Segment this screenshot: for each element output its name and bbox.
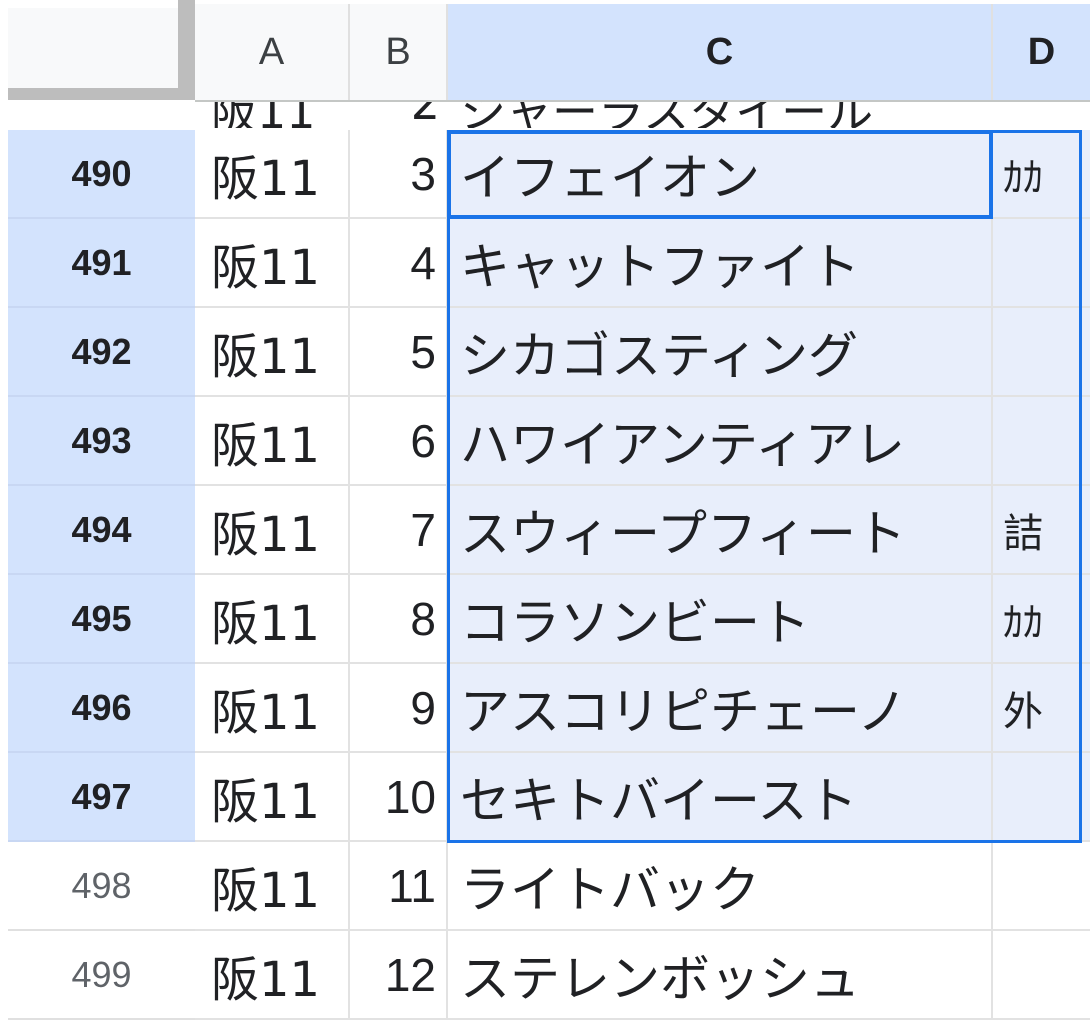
- column-header-a[interactable]: A: [195, 4, 350, 100]
- table-row: 497 阪11 10 セキトバイースト: [0, 753, 1090, 842]
- column-header-b[interactable]: B: [350, 4, 448, 100]
- cell-c[interactable]: ハワイアンティアレ: [448, 397, 993, 486]
- row-header[interactable]: 492: [8, 308, 195, 397]
- frozen-divider-vertical[interactable]: [178, 0, 195, 100]
- cell-d[interactable]: [993, 753, 1090, 842]
- cell-a-489[interactable]: 阪11: [211, 102, 346, 128]
- cell-d[interactable]: [993, 219, 1090, 308]
- cell-b[interactable]: 9: [350, 664, 448, 753]
- cell-a[interactable]: 阪11: [195, 664, 350, 753]
- cell-c[interactable]: アスコリピチェーノ: [448, 664, 993, 753]
- cell-b[interactable]: 8: [350, 575, 448, 664]
- row-header[interactable]: 498: [8, 842, 195, 931]
- cell-c[interactable]: キャットファイト: [448, 219, 993, 308]
- spreadsheet-grid: A B C D 阪11 2 シャーラスタイール 490 阪11 3 イフェイオン…: [0, 0, 1090, 1030]
- cell-a[interactable]: 阪11: [195, 397, 350, 486]
- partial-row-489: 阪11 2 シャーラスタイール: [0, 102, 1090, 129]
- cell-c[interactable]: セキトバイースト: [448, 753, 993, 842]
- table-row: 490 阪11 3 イフェイオン ｶｶ: [0, 130, 1090, 219]
- cell-b[interactable]: 3: [350, 130, 448, 219]
- cell-b[interactable]: 10: [350, 753, 448, 842]
- cell-a[interactable]: 阪11: [195, 130, 350, 219]
- cell-b[interactable]: 6: [350, 397, 448, 486]
- table-row: 496 阪11 9 アスコリピチェーノ 外: [0, 664, 1090, 753]
- cell-a[interactable]: 阪11: [195, 308, 350, 397]
- table-row: 491 阪11 4 キャットファイト: [0, 219, 1090, 308]
- cell-d[interactable]: [993, 842, 1090, 931]
- cell-b[interactable]: 12: [350, 931, 448, 1020]
- row-header[interactable]: 499: [8, 931, 195, 1020]
- cell-b-489[interactable]: 2: [400, 102, 440, 128]
- cell-a[interactable]: 阪11: [195, 842, 350, 931]
- cell-d[interactable]: 外: [993, 664, 1090, 753]
- table-row: 492 阪11 5 シカゴスティング: [0, 308, 1090, 397]
- table-row: 494 阪11 7 スウィープフィート 詰: [0, 486, 1090, 575]
- cell-c[interactable]: シカゴスティング: [448, 308, 993, 397]
- cell-c[interactable]: コラソンビート: [448, 575, 993, 664]
- cell-a[interactable]: 阪11: [195, 931, 350, 1020]
- cell-c[interactable]: イフェイオン: [448, 130, 993, 219]
- cell-c[interactable]: スウィープフィート: [448, 486, 993, 575]
- row-header[interactable]: 497: [8, 753, 195, 842]
- cell-b[interactable]: 5: [350, 308, 448, 397]
- cell-d[interactable]: [993, 931, 1090, 1020]
- table-row: 499 阪11 12 ステレンボッシュ: [0, 931, 1090, 1020]
- cell-b[interactable]: 4: [350, 219, 448, 308]
- cell-b[interactable]: 7: [350, 486, 448, 575]
- select-all-corner[interactable]: [8, 8, 179, 88]
- column-header-d[interactable]: D: [993, 4, 1090, 100]
- row-header[interactable]: 494: [8, 486, 195, 575]
- row-header[interactable]: 495: [8, 575, 195, 664]
- table-row: 493 阪11 6 ハワイアンティアレ: [0, 397, 1090, 486]
- cell-a[interactable]: 阪11: [195, 575, 350, 664]
- cell-c[interactable]: ステレンボッシュ: [448, 931, 993, 1020]
- row-header[interactable]: 496: [8, 664, 195, 753]
- cell-d[interactable]: ｶｶ: [993, 130, 1090, 219]
- row-header-489[interactable]: [8, 102, 195, 129]
- row-header[interactable]: 493: [8, 397, 195, 486]
- frozen-divider-horizontal[interactable]: [8, 88, 195, 100]
- table-row: 495 阪11 8 コラソンビート ｶｶ: [0, 575, 1090, 664]
- cell-c-489[interactable]: シャーラスタイール: [460, 102, 990, 128]
- cell-a[interactable]: 阪11: [195, 219, 350, 308]
- cell-c[interactable]: ライトバック: [448, 842, 993, 931]
- cell-d[interactable]: ｶｶ: [993, 575, 1090, 664]
- row-header[interactable]: 491: [8, 219, 195, 308]
- cell-b[interactable]: 11: [350, 842, 448, 931]
- cell-d[interactable]: [993, 308, 1090, 397]
- column-header-c[interactable]: C: [448, 4, 993, 100]
- table-row: 498 阪11 11 ライトバック: [0, 842, 1090, 931]
- cell-d[interactable]: [993, 397, 1090, 486]
- row-header[interactable]: 490: [8, 130, 195, 219]
- cell-a[interactable]: 阪11: [195, 486, 350, 575]
- cell-d[interactable]: 詰: [993, 486, 1090, 575]
- cell-a[interactable]: 阪11: [195, 753, 350, 842]
